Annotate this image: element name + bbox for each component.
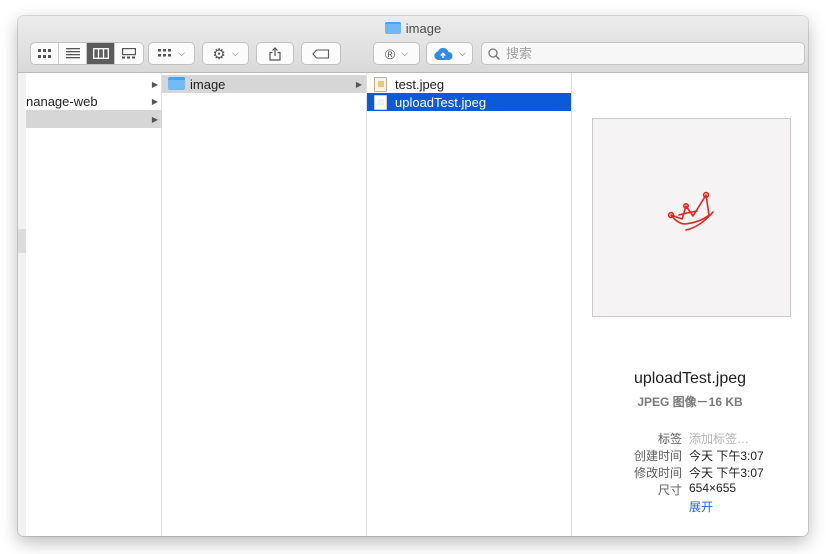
group-grid-icon (158, 49, 172, 57)
preview-file-kind: JPEG 图像－16 KB (637, 395, 743, 409)
cloud-upload-icon (434, 47, 453, 60)
registered-icon: ® (384, 45, 396, 62)
file-label: test.jpeg (395, 76, 445, 92)
file-label: uploadTest.jpeg (395, 94, 487, 110)
metadata-list: 标签 添加标签… 创建时间 今天 下午3:07 修改时间 今天 下午3:07 尺… (572, 430, 808, 515)
meta-value: 654×655 (689, 481, 737, 495)
window-title: image (18, 21, 808, 36)
disclosure-arrow-icon: ▶ (151, 96, 158, 106)
group-button[interactable]: ⌵ (148, 42, 195, 65)
file-row-uploadtest-jpeg[interactable]: uploadTest.jpeg (367, 93, 571, 111)
finder-window: image ⌵ ⚙ ⌵ ® ⌵ ⌵ 搜索 ▶ nanage-web ▶ ▶ im… (18, 16, 808, 536)
meta-key: 创建时间 (633, 449, 682, 463)
gallery-view-button[interactable] (115, 43, 143, 64)
meta-key: 标签 (657, 432, 682, 446)
list-item[interactable]: nanage-web ▶ (26, 92, 162, 110)
column-view-button[interactable] (87, 43, 115, 64)
add-tags-field[interactable]: 添加标签… (689, 430, 749, 447)
disclosure-arrow-icon: ▶ (355, 79, 362, 89)
meta-key: 尺寸 (657, 483, 682, 497)
folder-icon (168, 77, 185, 90)
folder-row-image[interactable]: image ▶ (162, 75, 366, 93)
search-field[interactable] (481, 42, 805, 65)
column-browser: ▶ nanage-web ▶ ▶ image ▶ test.jpeg uploa… (18, 73, 808, 536)
share-button[interactable] (256, 42, 294, 65)
show-more-link[interactable]: 展开 (689, 498, 713, 515)
view-mode-control (30, 42, 144, 65)
action-button[interactable]: ⚙ ⌵ (202, 42, 249, 65)
meta-value: 今天 下午3:07 (689, 466, 764, 480)
share-icon (269, 46, 281, 61)
search-icon (488, 47, 500, 60)
icon-view-button[interactable] (31, 43, 59, 64)
preview-file-name: uploadTest.jpeg (633, 370, 747, 387)
gear-icon: ⚙ (212, 45, 226, 63)
crown-logo-icon (667, 191, 714, 231)
list-item-label: nanage-web (26, 93, 98, 109)
folder-label: image (190, 76, 226, 92)
column-3: test.jpeg uploadTest.jpeg (367, 73, 572, 536)
chevron-down-icon: ⌵ (459, 48, 466, 58)
toolbar: image ⌵ ⚙ ⌵ ® ⌵ ⌵ 搜索 (18, 16, 808, 73)
meta-row-created: 创建时间 今天 下午3:07 (572, 447, 808, 464)
meta-key: 修改时间 (633, 466, 682, 480)
list-view-button[interactable] (59, 43, 87, 64)
column-view-icon (92, 48, 109, 59)
chevron-down-icon: ⌵ (231, 48, 239, 58)
list-item-selected[interactable]: ▶ (26, 110, 162, 128)
meta-row-more: 展开 (572, 498, 808, 515)
column-1: ▶ nanage-web ▶ ▶ (26, 73, 162, 536)
jpeg-file-icon (374, 95, 387, 110)
search-input[interactable] (506, 46, 786, 61)
tag-icon (312, 48, 330, 59)
jpeg-file-icon (374, 77, 387, 92)
gallery-view-icon (122, 48, 136, 59)
disclosure-arrow-icon: ▶ (151, 79, 158, 89)
window-title-text: image (405, 21, 442, 36)
cloud-button[interactable]: ⌵ (426, 42, 473, 65)
meta-value: 今天 下午3:07 (689, 449, 764, 463)
meta-row-tags: 标签 添加标签… (572, 430, 808, 447)
meta-row-dimensions: 尺寸 654×655 (572, 481, 808, 498)
image-thumbnail[interactable] (592, 118, 791, 317)
column-scroll-edge (18, 73, 26, 536)
column-2: image ▶ (162, 73, 367, 536)
folder-icon (384, 22, 401, 34)
preview-pane: uploadTest.jpeg JPEG 图像－16 KB 标签 添加标签… 创… (572, 73, 808, 536)
list-view-icon (65, 48, 80, 59)
icon-view-icon (37, 48, 51, 58)
extension-button[interactable]: ® ⌵ (373, 42, 420, 65)
list-item[interactable]: ▶ (26, 75, 162, 93)
disclosure-arrow-icon: ▶ (151, 114, 158, 124)
chevron-down-icon: ⌵ (401, 48, 409, 58)
chevron-down-icon: ⌵ (178, 48, 185, 58)
meta-row-modified: 修改时间 今天 下午3:07 (572, 464, 808, 481)
tag-button[interactable] (301, 42, 341, 65)
file-row-test-jpeg[interactable]: test.jpeg (367, 75, 571, 93)
